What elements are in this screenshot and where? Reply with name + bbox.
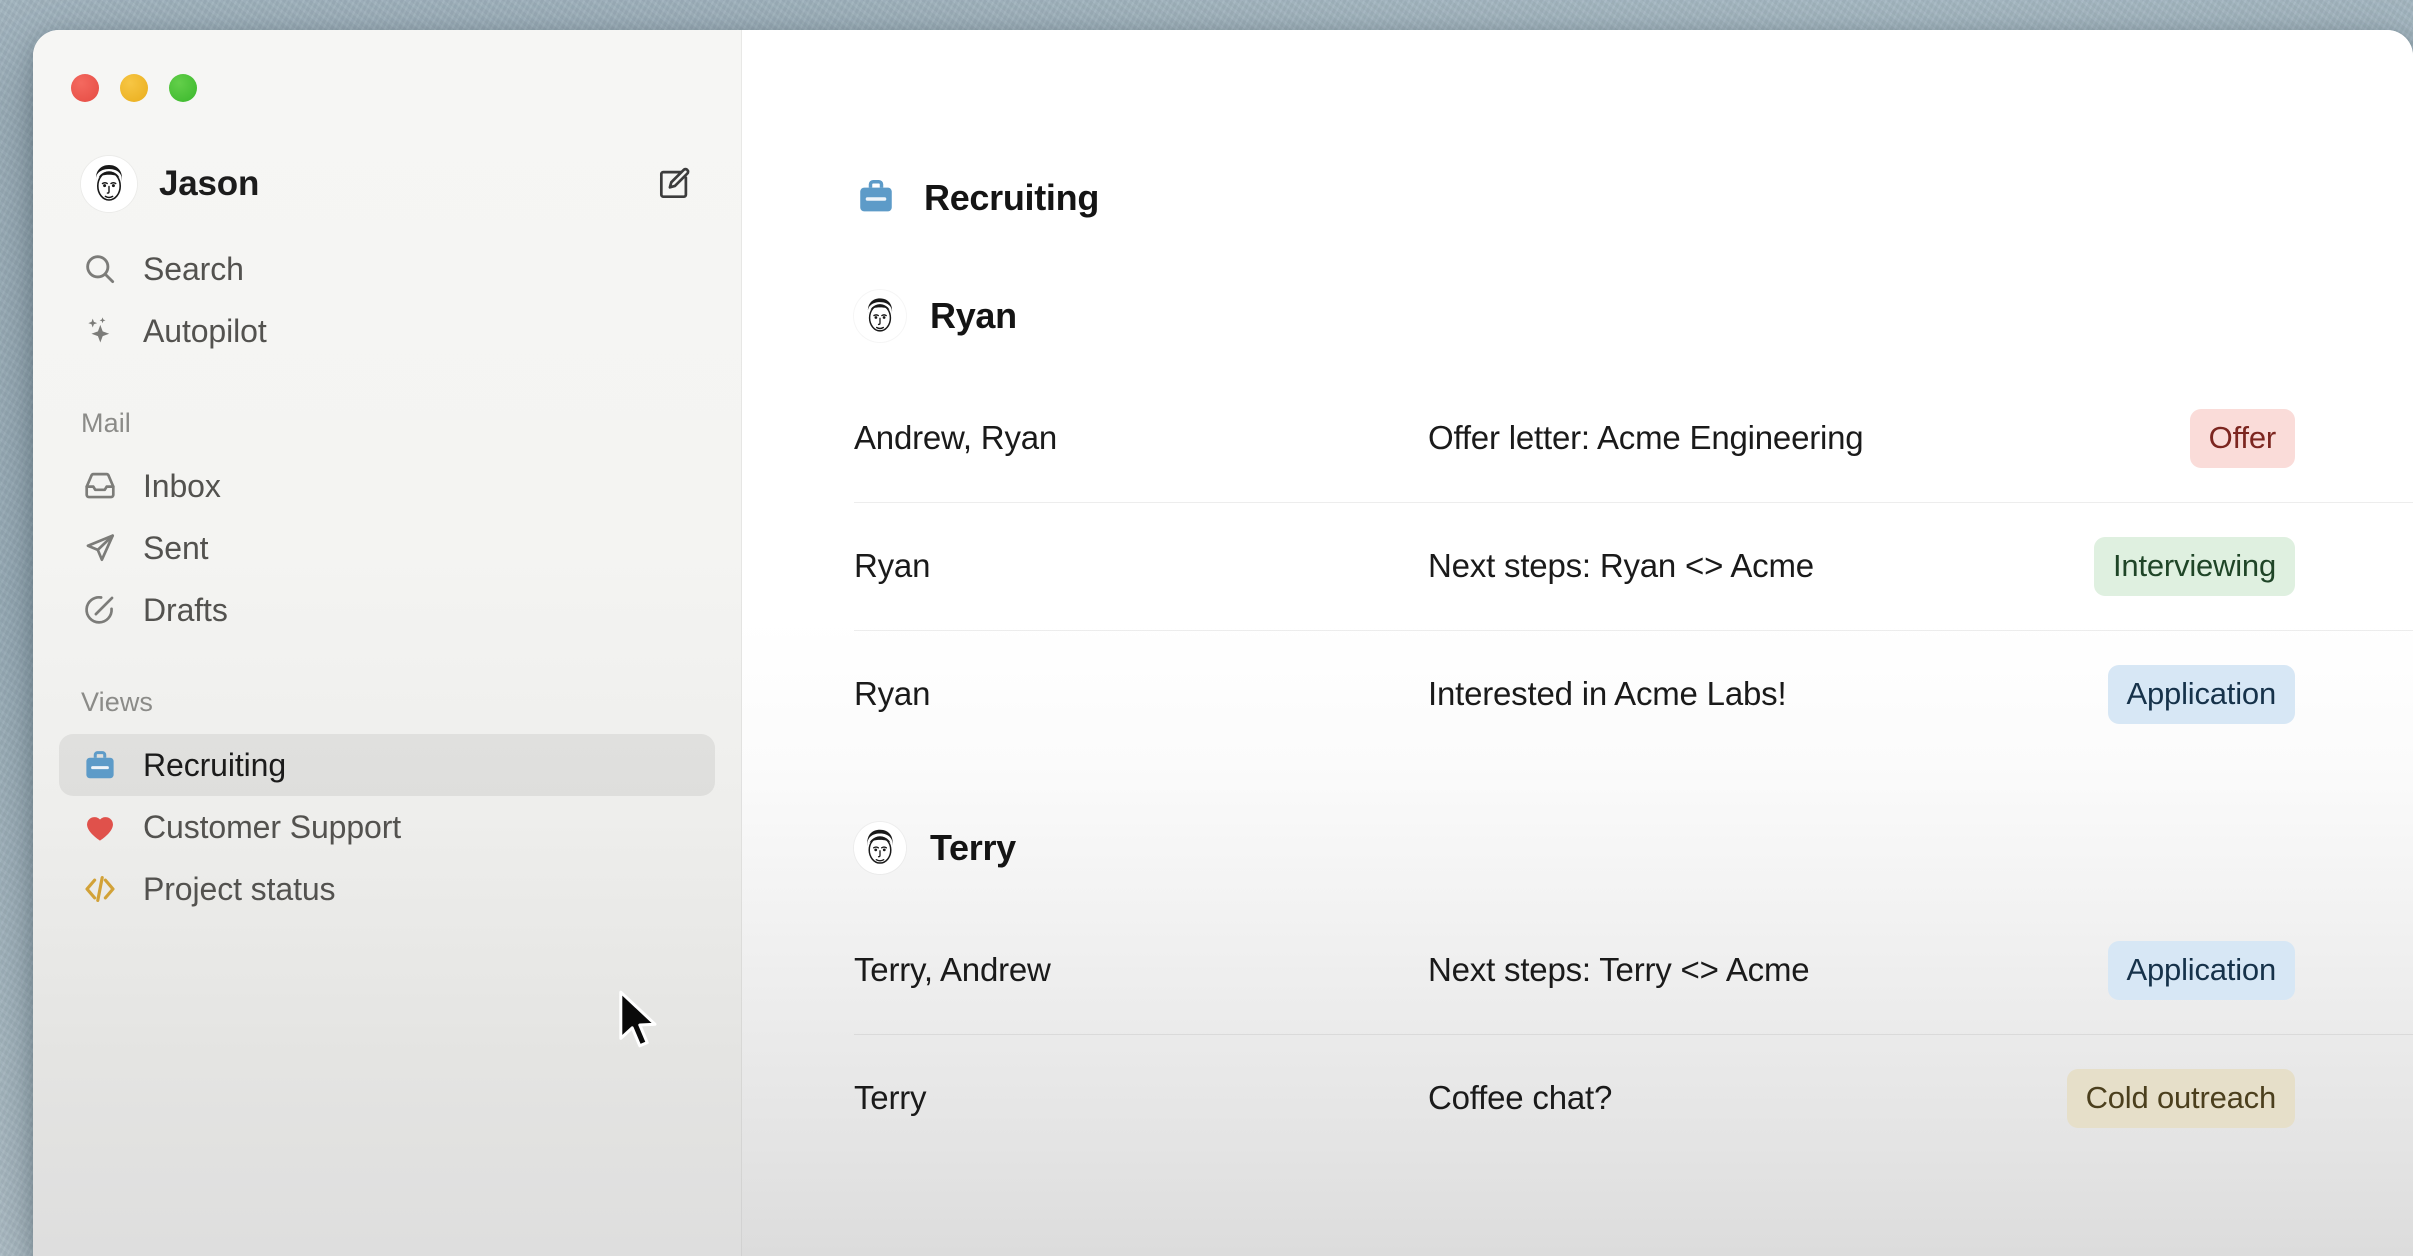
group-name: Terry xyxy=(930,827,1016,869)
sidebar-item-label: Inbox xyxy=(143,468,221,505)
row-sender: Terry xyxy=(854,1079,1428,1117)
row-sender: Ryan xyxy=(854,675,1428,713)
row-badge-cell: Application xyxy=(1965,665,2301,724)
row-subject: Next steps: Ryan <> Acme xyxy=(1428,547,1965,585)
avatar xyxy=(81,156,137,212)
sidebar-item-label: Sent xyxy=(143,530,208,567)
sidebar-item-sent[interactable]: Sent xyxy=(59,517,715,579)
table-row[interactable]: Terry Coffee chat? Cold outreach xyxy=(742,1034,2413,1162)
briefcase-icon xyxy=(81,746,123,784)
minimize-window-button[interactable] xyxy=(120,74,148,102)
sidebar: Jason Search xyxy=(33,30,742,1256)
row-sender: Andrew, Ryan xyxy=(854,419,1428,457)
search-icon xyxy=(81,250,123,288)
sparkles-icon xyxy=(81,312,123,350)
code-brackets-icon xyxy=(81,870,123,908)
account-name: Jason xyxy=(159,164,259,204)
status-badge[interactable]: Offer xyxy=(2190,409,2295,468)
sidebar-item-label: Search xyxy=(143,251,244,288)
sidebar-section-title-views: Views xyxy=(81,687,741,718)
close-window-button[interactable] xyxy=(71,74,99,102)
page-title-text: Recruiting xyxy=(924,177,1099,219)
briefcase-icon xyxy=(854,174,898,223)
avatar xyxy=(854,822,906,874)
mail-group: Ryan Andrew, Ryan Offer letter: Acme Eng… xyxy=(742,284,2413,758)
group-header[interactable]: Terry xyxy=(742,816,2413,880)
compose-pencil-square-icon[interactable] xyxy=(653,163,695,205)
row-sender: Ryan xyxy=(854,547,1428,585)
row-badge-cell: Interviewing xyxy=(1965,537,2301,596)
heart-icon xyxy=(81,808,123,846)
status-badge[interactable]: Cold outreach xyxy=(2067,1069,2295,1128)
row-subject: Coffee chat? xyxy=(1428,1079,1965,1117)
status-badge[interactable]: Interviewing xyxy=(2094,537,2295,596)
row-subject: Interested in Acme Labs! xyxy=(1428,675,1965,713)
sidebar-item-label: Customer Support xyxy=(143,809,401,846)
paper-plane-icon xyxy=(81,529,123,567)
sidebar-item-inbox[interactable]: Inbox xyxy=(59,455,715,517)
mail-group: Terry Terry, Andrew Next steps: Terry <>… xyxy=(742,816,2413,1162)
page-title: Recruiting xyxy=(742,30,2413,226)
sidebar-item-label: Recruiting xyxy=(143,747,286,784)
sidebar-top-nav: Search Autopilot xyxy=(33,238,741,362)
maximize-window-button[interactable] xyxy=(169,74,197,102)
inbox-tray-icon xyxy=(81,467,123,505)
app-window: Jason Search xyxy=(33,30,2413,1256)
group-name: Ryan xyxy=(930,295,1017,337)
table-row[interactable]: Terry, Andrew Next steps: Terry <> Acme … xyxy=(742,906,2413,1034)
avatar xyxy=(854,290,906,342)
sidebar-item-recruiting[interactable]: Recruiting xyxy=(59,734,715,796)
row-subject: Offer letter: Acme Engineering xyxy=(1428,419,1965,457)
row-sender: Terry, Andrew xyxy=(854,951,1428,989)
sidebar-item-label: Drafts xyxy=(143,592,228,629)
sidebar-item-customer-support[interactable]: Customer Support xyxy=(59,796,715,858)
status-badge[interactable]: Application xyxy=(2108,665,2295,724)
sidebar-item-search[interactable]: Search xyxy=(59,238,715,300)
mail-rows: Terry, Andrew Next steps: Terry <> Acme … xyxy=(742,906,2413,1162)
group-header[interactable]: Ryan xyxy=(742,284,2413,348)
row-badge-cell: Cold outreach xyxy=(1965,1069,2301,1128)
mail-rows: Andrew, Ryan Offer letter: Acme Engineer… xyxy=(742,374,2413,758)
drafts-pencil-circle-icon xyxy=(81,591,123,629)
table-row[interactable]: Ryan Next steps: Ryan <> Acme Interviewi… xyxy=(742,502,2413,630)
table-row[interactable]: Andrew, Ryan Offer letter: Acme Engineer… xyxy=(742,374,2413,502)
row-subject: Next steps: Terry <> Acme xyxy=(1428,951,1965,989)
sidebar-section-title-mail: Mail xyxy=(81,408,741,439)
table-row[interactable]: Ryan Interested in Acme Labs! Applicatio… xyxy=(742,630,2413,758)
sidebar-item-project-status[interactable]: Project status xyxy=(59,858,715,920)
account-row[interactable]: Jason xyxy=(33,152,741,216)
row-badge-cell: Application xyxy=(1965,941,2301,1000)
sidebar-item-label: Project status xyxy=(143,871,335,908)
row-badge-cell: Offer xyxy=(1965,409,2301,468)
sidebar-item-drafts[interactable]: Drafts xyxy=(59,579,715,641)
window-traffic-lights xyxy=(33,30,741,102)
status-badge[interactable]: Application xyxy=(2108,941,2295,1000)
main-content: Recruiting xyxy=(742,30,2413,1256)
sidebar-item-autopilot[interactable]: Autopilot xyxy=(59,300,715,362)
sidebar-item-label: Autopilot xyxy=(143,313,267,350)
